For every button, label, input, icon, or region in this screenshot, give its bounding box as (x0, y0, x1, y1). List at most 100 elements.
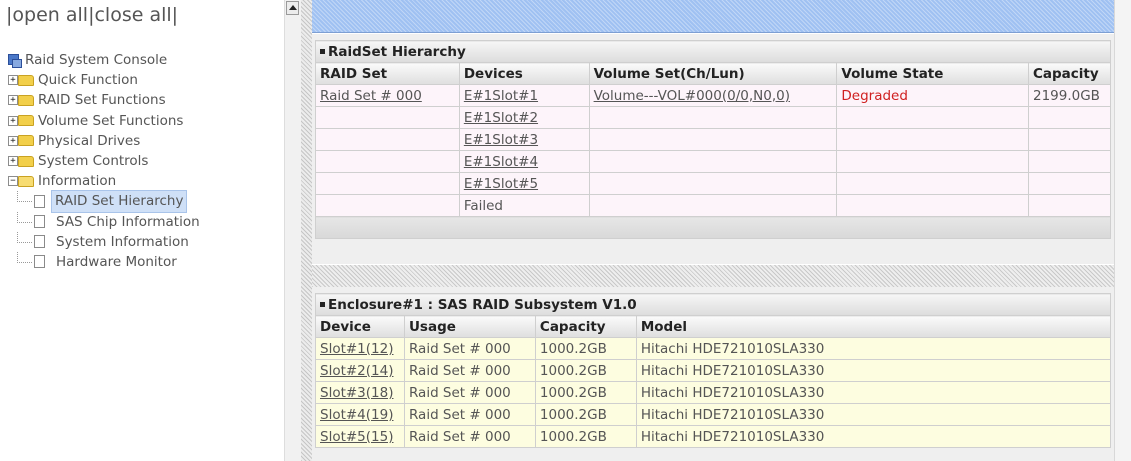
device-cell: Slot#5(15) (315, 425, 405, 448)
device-cell: Slot#4(19) (315, 403, 405, 426)
folder-icon (18, 74, 34, 86)
page-icon (34, 235, 45, 249)
model-cell: Hitachi HDE721010SLA330 (635, 425, 1112, 448)
frame-separator[interactable] (301, 0, 312, 461)
tree-item[interactable]: RAID Set Hierarchy (8, 190, 205, 213)
device-cell: E#1Slot#1 (458, 84, 590, 107)
collapse-minus-icon[interactable]: − (8, 176, 18, 187)
model-cell: Hitachi HDE721010SLA330 (635, 337, 1112, 360)
expand-plus-icon[interactable]: + (8, 95, 18, 106)
table-row: Slot#4(19) Raid Set # 000 1000.2GB Hitachi … (315, 403, 1112, 426)
volume-cell (588, 128, 838, 151)
page-icon (34, 255, 45, 269)
left-scrollbar[interactable] (284, 0, 301, 461)
tree-folder-label: Volume Set Functions (38, 112, 184, 129)
right-scrollbar[interactable] (1114, 0, 1131, 461)
bullet-icon (320, 302, 325, 307)
device-link[interactable]: E#1Slot#2 (464, 110, 538, 126)
capacity-cell: 1000.2GB (534, 359, 637, 382)
expand-plus-icon[interactable]: + (8, 75, 18, 86)
column-header: Usage (403, 315, 536, 338)
device-cell: E#1Slot#5 (458, 172, 590, 195)
close-all-link[interactable]: close all (94, 4, 171, 26)
tree-folder[interactable]: + System Controls (8, 151, 205, 171)
capacity-cell: 1000.2GB (534, 381, 637, 404)
tree-folder[interactable]: + Volume Set Functions (8, 111, 205, 131)
volume-cell (588, 106, 838, 129)
slot-link[interactable]: Slot#2(14) (320, 363, 394, 379)
column-header: RAID Set (315, 62, 460, 85)
table-row: Slot#2(14) Raid Set # 000 1000.2GB Hitachi … (315, 359, 1112, 382)
slot-link[interactable]: Slot#3(18) (320, 385, 394, 401)
tree-item-label: Hardware Monitor (56, 253, 177, 270)
tree-item[interactable]: Hardware Monitor (8, 251, 205, 272)
page-icon (34, 194, 45, 208)
slot-link[interactable]: Slot#1(12) (320, 341, 394, 357)
console-icon (8, 53, 22, 68)
device-link[interactable]: E#1Slot#1 (464, 88, 538, 104)
folder-icon (18, 94, 34, 106)
table-row: Slot#5(15) Raid Set # 000 1000.2GB Hitachi … (315, 425, 1112, 448)
device-link[interactable]: E#1Slot#3 (464, 132, 538, 148)
usage-cell: Raid Set # 000 (403, 381, 536, 404)
volume-cell (588, 150, 838, 173)
scroll-up-arrow-icon[interactable] (286, 1, 299, 15)
table-row: Slot#1(12) Raid Set # 000 1000.2GB Hitachi … (315, 337, 1112, 360)
volume-cell: Volume---VOL#000(0/0,N0,0) (588, 84, 838, 107)
capacity-cell (1027, 128, 1112, 151)
tree-item-label: SAS Chip Information (56, 213, 200, 230)
tree-root[interactable]: Raid System Console (8, 50, 205, 70)
tree-item[interactable]: SAS Chip Information (8, 211, 205, 232)
device-link[interactable]: E#1Slot#4 (464, 154, 538, 170)
enclosure-title-text: Enclosure#1 : SAS RAID Subsystem V1.0 (328, 296, 637, 313)
top-frame-bar (312, 0, 1114, 33)
navigation-tree-frame: |open all|close all| Raid System Console… (0, 0, 284, 461)
tree-folder[interactable]: + Quick Function (8, 70, 205, 90)
tree-folder-label: Physical Drives (38, 132, 141, 149)
volume-state-cell (836, 194, 1029, 217)
open-all-link[interactable]: open all (12, 4, 88, 26)
volume-state-cell (836, 150, 1029, 173)
device-status: Failed (463, 197, 504, 214)
capacity-cell: 2199.0GB (1027, 84, 1112, 107)
slot-link[interactable]: Slot#4(19) (320, 407, 394, 423)
raid-set-cell (315, 194, 460, 217)
tree-item-label: RAID Set Hierarchy (51, 190, 188, 213)
expand-plus-icon[interactable]: + (8, 115, 18, 126)
device-cell: E#1Slot#3 (458, 128, 590, 151)
tree-folder[interactable]: − Information (8, 171, 205, 191)
usage-cell: Raid Set # 000 (403, 425, 536, 448)
table-row: E#1Slot#2 (315, 106, 1112, 129)
volume-state-cell (836, 172, 1029, 195)
volume-state-cell: Degraded (836, 84, 1029, 107)
device-link[interactable]: E#1Slot#5 (464, 176, 538, 192)
open-close-links: |open all|close all| (6, 4, 179, 26)
device-cell: Slot#3(18) (315, 381, 405, 404)
tree-connector (17, 191, 32, 203)
expand-plus-icon[interactable]: + (8, 135, 18, 146)
tree-item[interactable]: System Information (8, 231, 205, 252)
enclosure-title: Enclosure#1 : SAS RAID Subsystem V1.0 (315, 293, 1111, 316)
raid-set-link[interactable]: Raid Set # 000 (320, 88, 422, 104)
usage-cell: Raid Set # 000 (403, 403, 536, 426)
page-icon (34, 215, 45, 229)
horizontal-frame-separator[interactable] (312, 265, 1114, 287)
tree-root-label: Raid System Console (25, 52, 168, 68)
raidset-title: RaidSet Hierarchy (315, 40, 1111, 63)
tree-folder[interactable]: + Physical Drives (8, 131, 205, 151)
raid-set-cell (315, 172, 460, 195)
folder-icon (18, 135, 34, 147)
tree-folder[interactable]: + RAID Set Functions (8, 90, 205, 110)
slot-link[interactable]: Slot#5(15) (320, 429, 394, 445)
table-row: Slot#3(18) Raid Set # 000 1000.2GB Hitachi … (315, 381, 1112, 404)
volume-cell (588, 194, 838, 217)
volume-link[interactable]: Volume---VOL#000(0/0,N0,0) (594, 88, 790, 104)
expand-plus-icon[interactable]: + (8, 156, 18, 167)
tree-folder-label: Quick Function (38, 72, 138, 89)
capacity-cell (1027, 150, 1112, 173)
enclosure-table: Enclosure#1 : SAS RAID Subsystem V1.0 De… (315, 293, 1112, 448)
raidset-title-text: RaidSet Hierarchy (328, 43, 466, 60)
table-footer-row (315, 216, 1111, 239)
raid-set-cell (315, 150, 460, 173)
table-row: Failed (315, 194, 1112, 217)
